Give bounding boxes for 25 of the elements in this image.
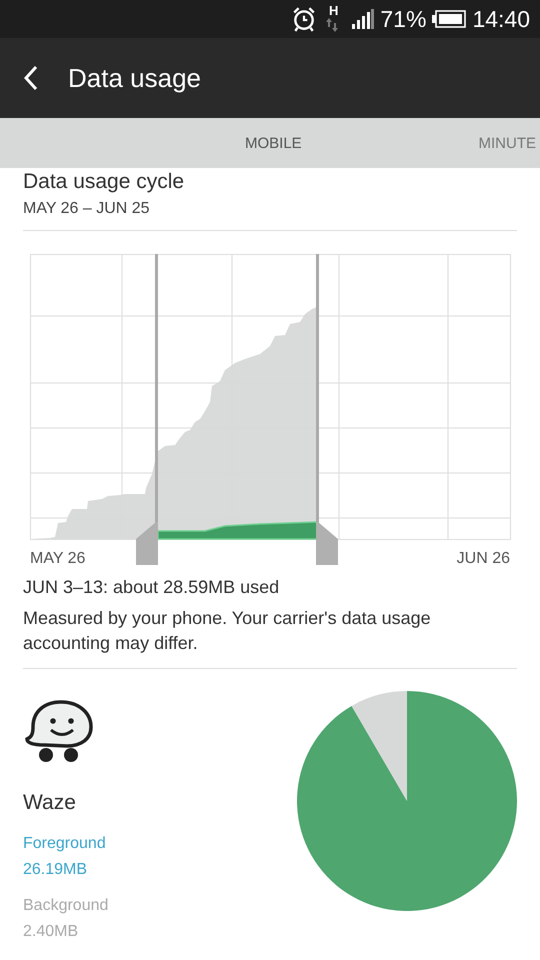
foreground-label: Foreground (23, 835, 107, 853)
range-handle[interactable] (136, 254, 158, 565)
usage-note: Measured by your phone. Your carrier's data usage accounting may differ. (23, 607, 432, 655)
background-value: 2.40MB (23, 923, 80, 941)
section-title: Data usage cycle (23, 170, 186, 194)
data-arrows-icon (326, 18, 338, 32)
range-handle[interactable] (316, 254, 338, 565)
network-type: H (329, 3, 338, 18)
page-title: Data usage (68, 62, 201, 94)
alarm-clock-icon (291, 6, 317, 32)
foreground-value: 26.19MB (23, 861, 88, 879)
signal-icon (352, 9, 374, 29)
back-icon[interactable] (24, 65, 38, 91)
background-label: Background (23, 897, 108, 915)
tab[interactable]: MOBILE (245, 135, 302, 152)
cycle-range: MAY 26 – JUN 25 (23, 200, 151, 218)
axis-label: JUN 26 (456, 550, 510, 567)
battery-icon (432, 10, 466, 28)
smiley-bubble-icon (23, 699, 95, 765)
battery-percent: 71% (380, 6, 426, 32)
clock: 14:40 (472, 6, 530, 32)
app-name: Waze (23, 791, 77, 815)
axis-label: MAY 26 (30, 550, 86, 567)
tab[interactable]: MINUTE (478, 135, 536, 152)
usage-summary: JUN 3–13: about 28.59MB used (23, 577, 280, 598)
